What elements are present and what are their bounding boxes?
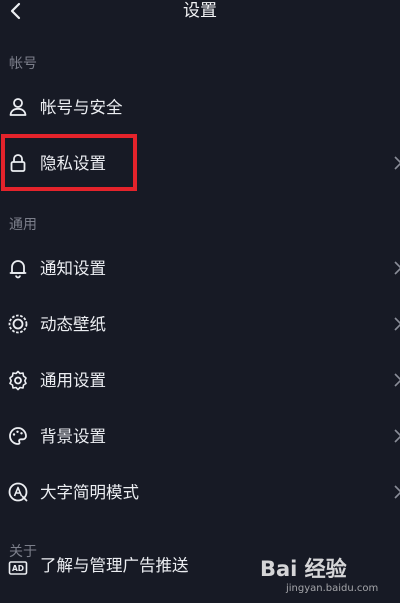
bell-icon [9,260,27,279]
settings-item-dynamic-wallpaper[interactable]: 动态壁纸 [0,305,400,345]
highlight-annotation [1,134,137,191]
settings-item-account-security[interactable]: 帐号与安全 [0,88,400,128]
chevron-right-icon [394,156,400,170]
settings-item-notifications[interactable]: 通知设置 [0,249,400,289]
settings-item-large-text-mode[interactable]: 大字简明模式 [0,473,400,513]
watermark-url: jingyan.baidu.com [286,583,379,594]
ad-icon: AD [8,561,28,575]
svg-text:AD: AD [12,564,24,573]
chevron-right-icon [394,429,400,443]
settings-item-label: 大字简明模式 [40,483,139,502]
large-text-icon [8,482,28,502]
top-bar: 设置 [0,0,400,26]
settings-item-label: 通用设置 [40,371,106,390]
gear-icon [9,370,27,391]
page-title: 设置 [183,1,217,21]
section-label-general: 通用 [9,217,37,233]
section-label-account: 帐号 [9,56,37,72]
watermark-logo: Bai 经验 [260,557,347,581]
settings-item-label: 帐号与安全 [40,98,123,117]
chevron-right-icon [394,373,400,387]
person-icon [9,98,27,116]
baidu-jingyan-watermark: Bai 经验 jingyan.baidu.com [260,551,378,599]
chevron-right-icon [394,261,400,275]
palette-icon [9,427,27,445]
settings-item-background[interactable]: 背景设置 [0,417,400,457]
settings-item-label: 动态壁纸 [40,315,106,334]
chevron-right-icon [394,317,400,331]
dynamic-wallpaper-icon [8,314,28,334]
settings-item-general[interactable]: 通用设置 [0,361,400,401]
settings-item-label: 通知设置 [40,259,106,278]
settings-item-label: 背景设置 [40,427,106,446]
settings-item-label: 了解与管理广告推送 [40,556,189,575]
chevron-right-icon [394,485,400,499]
